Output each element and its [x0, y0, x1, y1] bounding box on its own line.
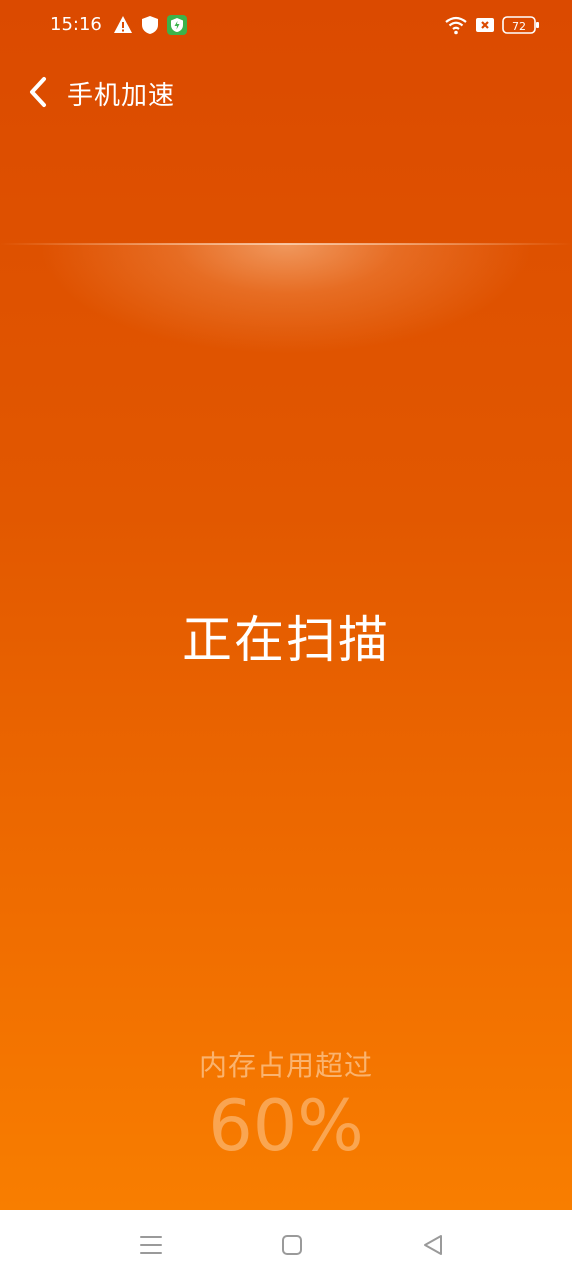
menu-icon[interactable]: [138, 1232, 164, 1258]
memory-usage-value: 60%: [208, 1085, 364, 1167]
system-nav-bar: [0, 1210, 572, 1280]
wifi-icon: [445, 16, 467, 35]
page-title: 手机加速: [67, 81, 176, 111]
scan-status-text: 正在扫描: [182, 611, 390, 669]
battery-icon: 72: [502, 16, 539, 34]
app-header: 手机加速: [0, 60, 572, 124]
status-time: 15:16: [50, 14, 102, 35]
status-bar: 15:16 72: [0, 0, 572, 50]
sim-disabled-icon: [476, 18, 494, 32]
memory-usage-caption: 内存占用超过: [198, 1049, 373, 1082]
home-square-icon[interactable]: [279, 1232, 305, 1258]
chevron-left-icon[interactable]: [22, 72, 58, 112]
shield-icon: [142, 16, 158, 34]
battery-level: 72: [512, 20, 526, 33]
scan-arc-glow: [40, 244, 532, 354]
phone-boost-screen: 15:16 72 手机加速 正在扫描 内存占用超过 60%: [0, 0, 572, 1280]
warning-icon: [114, 16, 132, 33]
back-triangle-icon[interactable]: [420, 1232, 446, 1258]
security-app-icon: [167, 15, 187, 35]
